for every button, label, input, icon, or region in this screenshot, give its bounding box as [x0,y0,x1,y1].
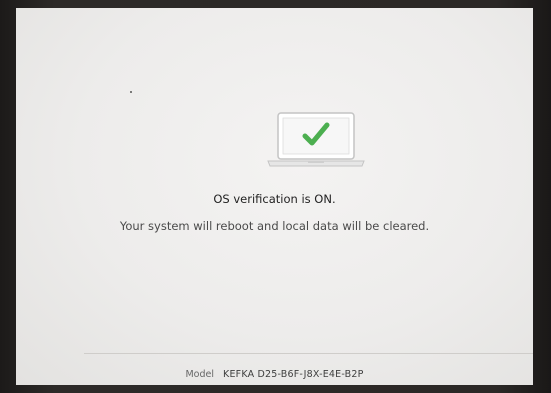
laptop-checkmark-icon [266,109,366,169]
model-value: KEFKA D25-B6F-J8X-E4E-B2P [223,369,364,380]
verification-title: OS verification is ON. [213,192,336,206]
reboot-warning-message: Your system will reboot and local data w… [119,219,430,233]
model-info: Model KEFKA D25-B6F-J8X-E4E-B2P [16,369,533,380]
verification-screen: OS verification is ON. Your system will … [16,8,533,385]
screen-speck [130,91,132,93]
model-label: Model [185,369,214,380]
footer-divider [84,353,533,354]
laptop-icon-graphic [267,112,365,167]
